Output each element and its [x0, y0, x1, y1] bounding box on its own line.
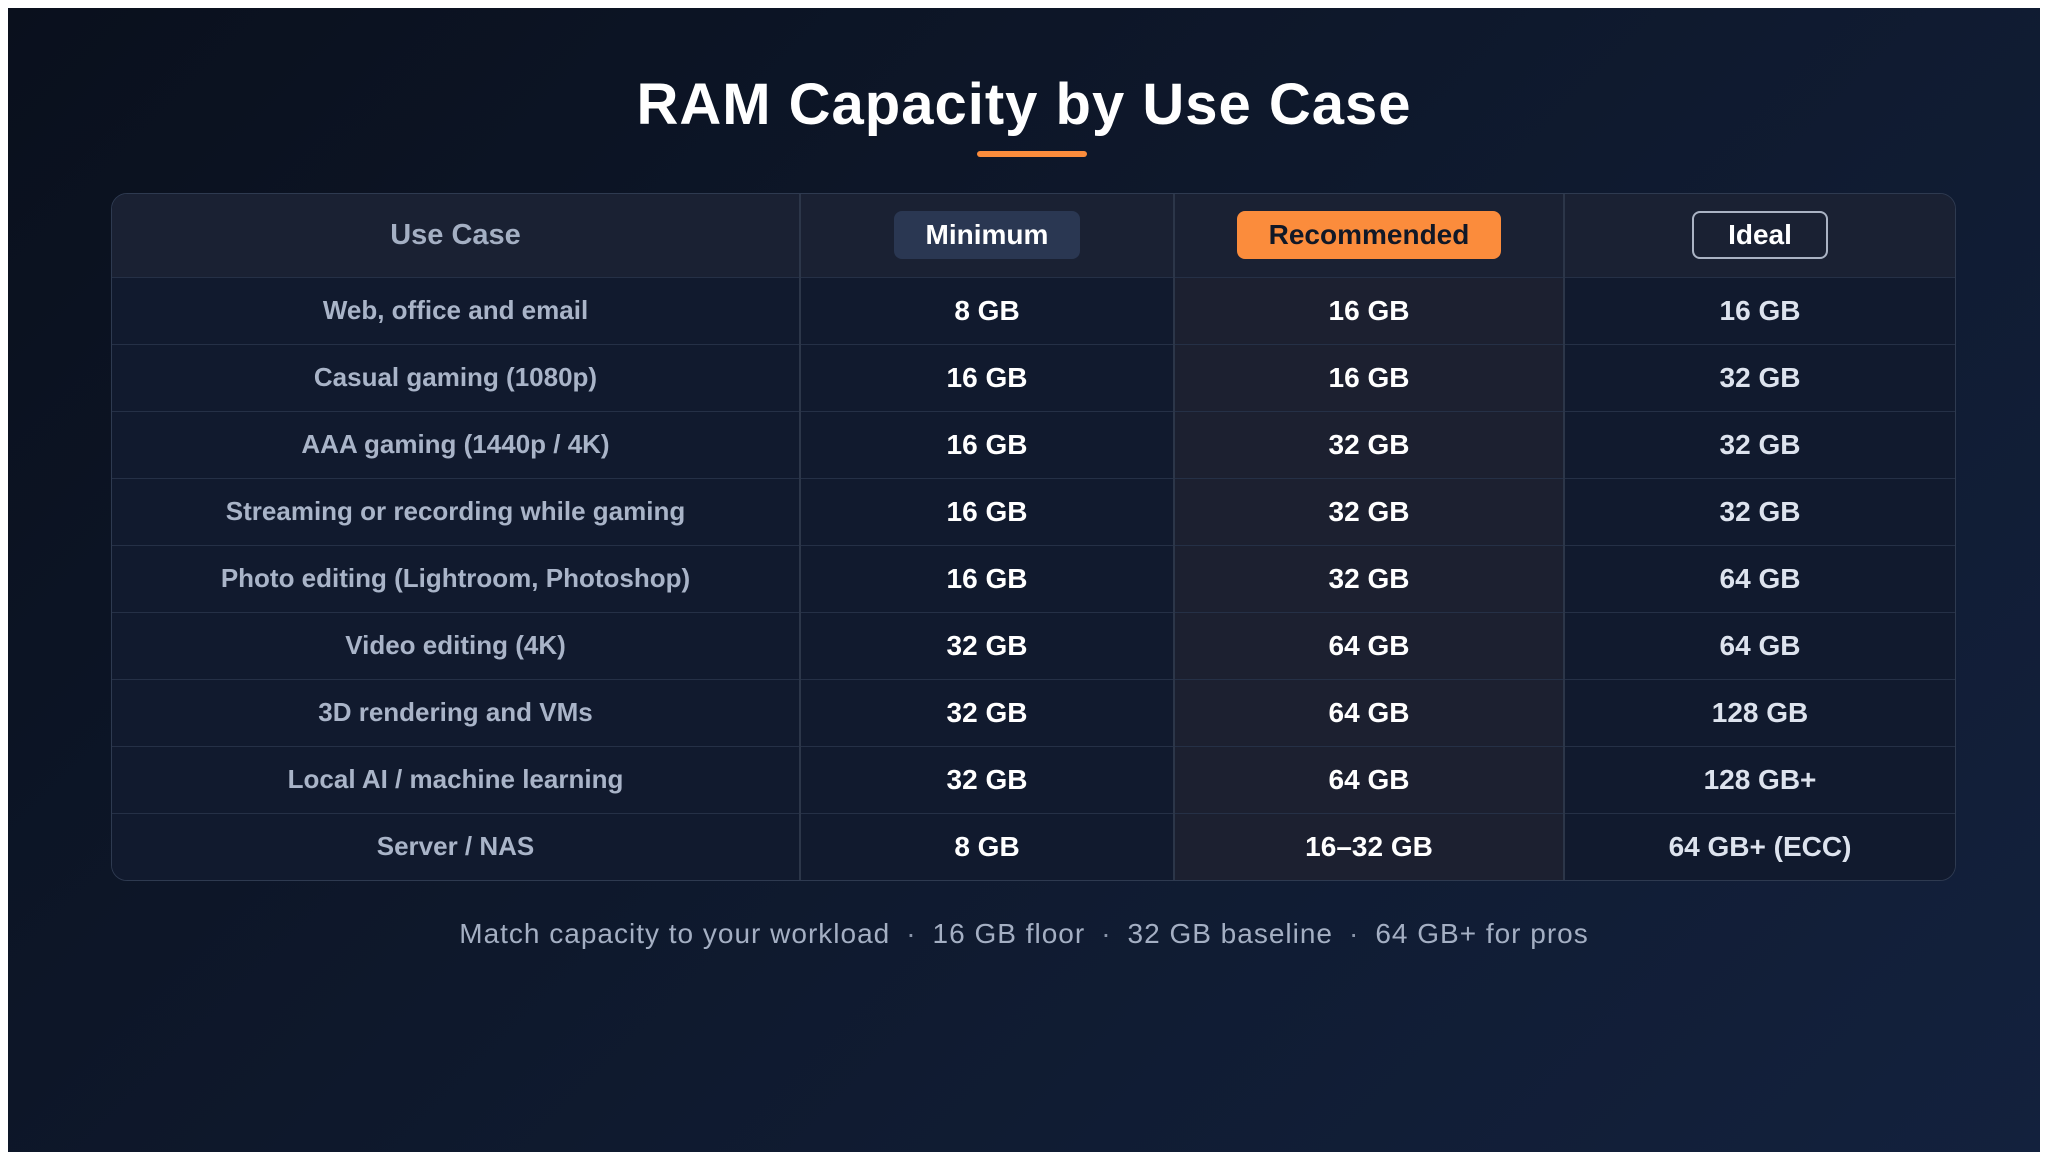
header-recommended-badge: Recommended — [1236, 211, 1502, 260]
ideal-cell: 16 GB — [1564, 276, 1955, 344]
footer-item: Match capacity to your workload — [459, 918, 891, 949]
table-row: 3D rendering and VMs 32 GB 64 GB 128 GB — [112, 678, 1955, 746]
use-case-cell: Video editing (4K) — [112, 611, 801, 679]
footer-separator: · — [906, 918, 917, 949]
ideal-cell: 32 GB — [1564, 410, 1955, 478]
table-row: Server / NAS 8 GB 16–32 GB 64 GB+ (ECC) — [112, 812, 1955, 880]
recommended-cell: 64 GB — [1174, 745, 1565, 813]
minimum-cell: 8 GB — [800, 276, 1175, 344]
recommended-cell: 32 GB — [1174, 477, 1565, 545]
header-minimum-badge: Minimum — [893, 211, 1081, 260]
header-use-case: Use Case — [112, 194, 801, 277]
header-ideal-cell: Ideal — [1564, 194, 1955, 277]
minimum-cell: 8 GB — [800, 812, 1175, 880]
use-case-cell: Local AI / machine learning — [112, 745, 801, 813]
minimum-cell: 16 GB — [800, 477, 1175, 545]
use-case-cell: Server / NAS — [112, 812, 801, 880]
ideal-cell: 64 GB+ (ECC) — [1564, 812, 1955, 880]
table-row: Casual gaming (1080p) 16 GB 16 GB 32 GB — [112, 343, 1955, 411]
footer-item: 16 GB floor — [932, 918, 1086, 949]
ideal-cell: 64 GB — [1564, 544, 1955, 612]
header-minimum-cell: Minimum — [800, 194, 1175, 277]
ideal-cell: 128 GB+ — [1564, 745, 1955, 813]
ideal-cell: 64 GB — [1564, 611, 1955, 679]
use-case-cell: Casual gaming (1080p) — [112, 343, 801, 411]
recommended-cell: 16 GB — [1174, 276, 1565, 344]
table-row: Photo editing (Lightroom, Photoshop) 16 … — [112, 544, 1955, 612]
minimum-cell: 32 GB — [800, 745, 1175, 813]
page-title: RAM Capacity by Use Case — [636, 72, 1412, 137]
table-row: Web, office and email 8 GB 16 GB 16 GB — [112, 276, 1955, 344]
recommended-cell: 16 GB — [1174, 343, 1565, 411]
minimum-cell: 16 GB — [800, 544, 1175, 612]
footer-summary: Match capacity to your workload · 16 GB fl… — [8, 914, 2040, 954]
minimum-cell: 16 GB — [800, 410, 1175, 478]
footer-item: 64 GB+ for pros — [1375, 918, 1589, 949]
slide: RAM Capacity by Use Case Use Case Minimu… — [8, 8, 2040, 1152]
header-ideal-badge: Ideal — [1692, 211, 1828, 260]
table-header-row: Use Case Minimum Recommended Ideal — [112, 194, 1955, 277]
title-underline — [977, 151, 1087, 157]
recommended-cell: 64 GB — [1174, 678, 1565, 746]
footer-separator: · — [1101, 918, 1112, 949]
table-row: Video editing (4K) 32 GB 64 GB 64 GB — [112, 611, 1955, 679]
ideal-cell: 32 GB — [1564, 343, 1955, 411]
use-case-cell: Photo editing (Lightroom, Photoshop) — [112, 544, 801, 612]
table-row: AAA gaming (1440p / 4K) 16 GB 32 GB 32 G… — [112, 410, 1955, 478]
minimum-cell: 32 GB — [800, 678, 1175, 746]
table-row: Streaming or recording while gaming 16 G… — [112, 477, 1955, 545]
use-case-cell: AAA gaming (1440p / 4K) — [112, 410, 801, 478]
header-recommended-cell: Recommended — [1174, 194, 1565, 277]
ideal-cell: 32 GB — [1564, 477, 1955, 545]
ram-table: Use Case Minimum Recommended Ideal Web, … — [111, 193, 1956, 881]
footer-separator: · — [1348, 918, 1360, 949]
ideal-cell: 128 GB — [1564, 678, 1955, 746]
recommended-cell: 32 GB — [1174, 410, 1565, 478]
use-case-cell: Web, office and email — [112, 276, 801, 344]
recommended-cell: 32 GB — [1174, 544, 1565, 612]
recommended-cell: 16–32 GB — [1174, 812, 1565, 880]
minimum-cell: 16 GB — [800, 343, 1175, 411]
recommended-cell: 64 GB — [1174, 611, 1565, 679]
table-row: Local AI / machine learning 32 GB 64 GB … — [112, 745, 1955, 813]
use-case-cell: Streaming or recording while gaming — [112, 477, 801, 545]
minimum-cell: 32 GB — [800, 611, 1175, 679]
use-case-cell: 3D rendering and VMs — [112, 678, 801, 746]
footer-item: 32 GB baseline — [1127, 918, 1333, 949]
